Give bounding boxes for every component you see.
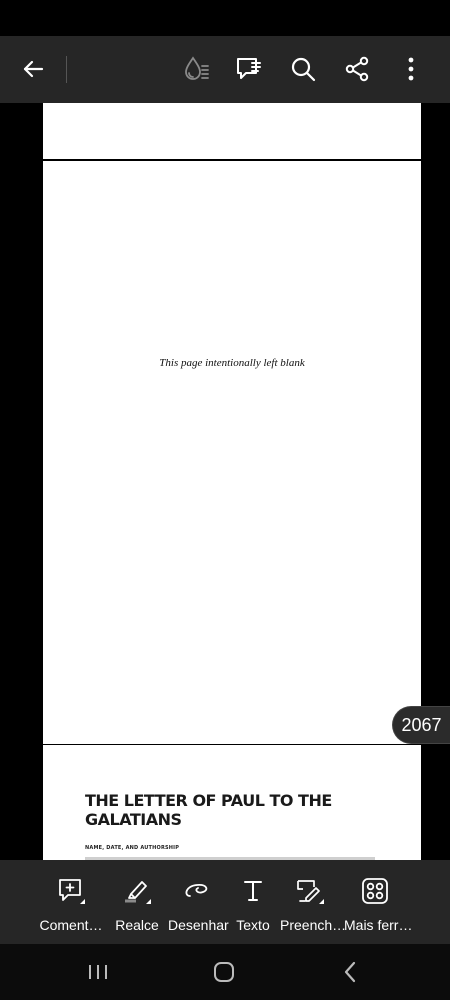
share-button[interactable] xyxy=(337,49,377,89)
arrow-left-icon xyxy=(23,60,44,78)
text-tool[interactable]: Texto xyxy=(232,860,274,944)
search-button[interactable] xyxy=(283,49,323,89)
more-tools-icon xyxy=(362,878,388,904)
comments-button[interactable] xyxy=(229,49,269,89)
pdf-page-blank: This page intentionally left blank xyxy=(43,161,421,744)
more-options-button[interactable] xyxy=(391,49,431,89)
back-button[interactable] xyxy=(13,49,53,89)
home-button[interactable] xyxy=(204,956,244,988)
pdf-page-chapter: THE LETTER OF PAUL TO THE GALATIANS NAME… xyxy=(43,745,421,860)
liquid-mode-icon xyxy=(185,56,209,80)
tool-label-comment: Coment… xyxy=(39,917,103,933)
document-viewer[interactable]: This page intentionally left blank THE L… xyxy=(0,103,450,860)
search-icon xyxy=(291,57,316,82)
draw-tool[interactable]: Desenhar xyxy=(168,860,229,944)
top-toolbar xyxy=(0,36,450,104)
toolbar-divider xyxy=(66,56,67,83)
back-icon xyxy=(344,961,356,983)
more-tools[interactable]: Mais ferr… xyxy=(344,860,413,944)
comment-tool[interactable]: Coment… xyxy=(38,860,104,944)
text-icon xyxy=(244,881,262,901)
pdf-page xyxy=(43,103,421,159)
status-bar xyxy=(0,0,450,36)
bottom-toolbar: Coment… Realce Desenhar Texto Preench… M… xyxy=(0,860,450,944)
liquid-mode-button[interactable] xyxy=(176,49,216,89)
tool-label-fill-sign: Preench… xyxy=(280,917,347,933)
page-number-badge[interactable]: 2067 xyxy=(392,706,450,744)
highlighter-icon xyxy=(125,881,151,904)
comment-add-icon xyxy=(59,879,85,904)
section-heading: NAME, DATE, AND AUTHORSHIP xyxy=(85,845,180,851)
comments-icon xyxy=(237,58,261,79)
recent-apps-button[interactable] xyxy=(78,956,118,988)
share-icon xyxy=(345,56,369,82)
highlight-tool[interactable]: Realce xyxy=(112,860,162,944)
home-icon xyxy=(214,962,234,982)
tool-label-text: Texto xyxy=(236,917,270,933)
chapter-title: THE LETTER OF PAUL TO THE GALATIANS xyxy=(85,791,332,829)
fill-sign-icon xyxy=(297,880,324,904)
blank-page-text: This page intentionally left blank xyxy=(159,357,305,369)
tool-label-draw: Desenhar xyxy=(168,917,229,933)
tool-label-more-tools: Mais ferr… xyxy=(344,917,413,933)
more-vertical-icon xyxy=(408,57,414,81)
recent-apps-icon xyxy=(89,965,107,979)
back-nav-button[interactable] xyxy=(330,956,370,988)
system-navigation-bar xyxy=(0,944,450,1000)
fill-sign-tool[interactable]: Preench… xyxy=(280,860,347,944)
draw-icon xyxy=(185,884,208,897)
tool-label-highlight: Realce xyxy=(115,917,159,933)
